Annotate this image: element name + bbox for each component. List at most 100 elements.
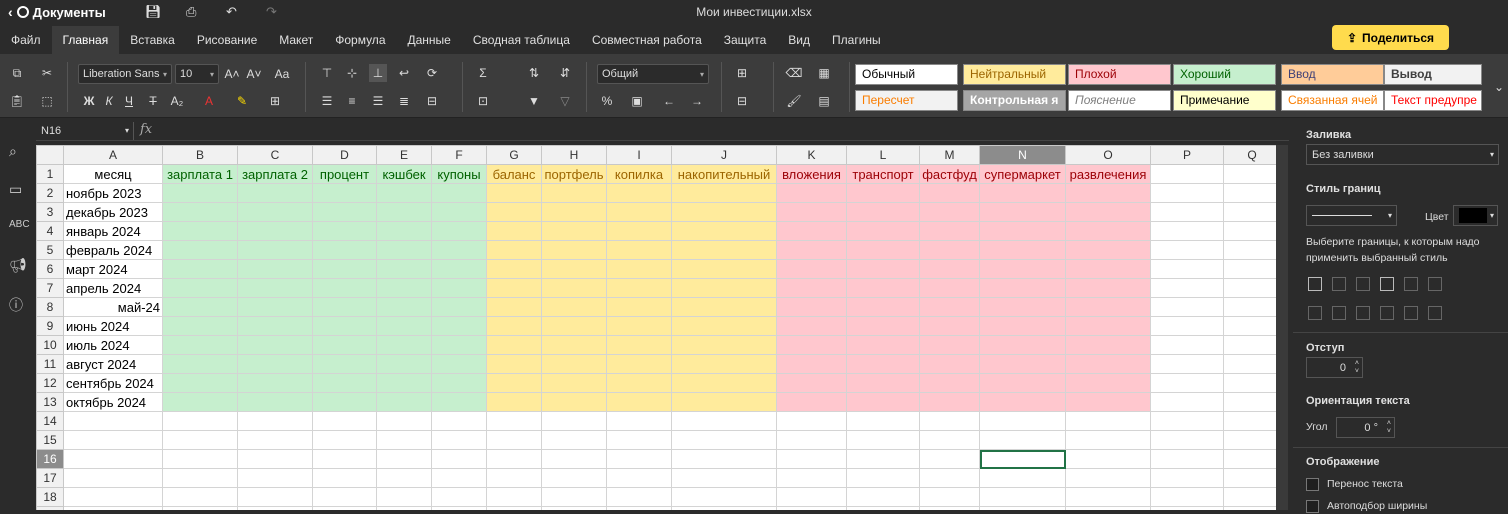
cut-icon[interactable]: ✂	[38, 64, 56, 82]
cell[interactable]	[776, 506, 847, 510]
cell[interactable]	[486, 297, 542, 317]
cell[interactable]	[312, 221, 377, 241]
cell[interactable]	[1150, 487, 1224, 507]
diagonal-down-icon[interactable]	[1428, 277, 1442, 291]
row-header[interactable]: 4	[36, 221, 64, 241]
cell[interactable]	[776, 449, 847, 469]
cell[interactable]	[1223, 240, 1276, 260]
bottom-border-icon[interactable]	[1428, 306, 1442, 320]
cell[interactable]	[63, 468, 163, 488]
cell[interactable]	[376, 221, 432, 241]
cell[interactable]	[162, 221, 238, 241]
cell[interactable]	[1065, 373, 1151, 393]
all-borders-icon[interactable]	[1308, 277, 1322, 291]
column-title-cell[interactable]: процент	[312, 164, 377, 184]
cell[interactable]	[376, 373, 432, 393]
cell[interactable]	[541, 449, 607, 469]
cell[interactable]	[312, 297, 377, 317]
cell[interactable]	[919, 373, 980, 393]
column-title-cell[interactable]: копилка	[606, 164, 672, 184]
cell[interactable]	[486, 354, 542, 374]
cell[interactable]	[1065, 335, 1151, 355]
column-header[interactable]: C	[237, 145, 313, 165]
row-header[interactable]: 11	[36, 354, 64, 374]
cell[interactable]	[846, 468, 920, 488]
cell[interactable]	[1223, 430, 1276, 450]
menu-item[interactable]: Вставка	[119, 26, 186, 54]
cell[interactable]	[919, 335, 980, 355]
row-header[interactable]: 12	[36, 373, 64, 393]
cell[interactable]	[1223, 183, 1276, 203]
cell[interactable]	[919, 411, 980, 431]
cell[interactable]	[237, 240, 313, 260]
cell[interactable]	[162, 202, 238, 222]
row-header[interactable]: 1	[36, 164, 64, 184]
month-cell[interactable]: апрель 2024	[63, 278, 163, 298]
cell[interactable]	[237, 487, 313, 507]
cell[interactable]	[162, 354, 238, 374]
cell[interactable]	[162, 392, 238, 412]
menu-item[interactable]: Сводная таблица	[462, 26, 581, 54]
month-cell[interactable]: август 2024	[63, 354, 163, 374]
clear-icon[interactable]: ⌫	[785, 64, 803, 82]
cell[interactable]	[1150, 240, 1224, 260]
cell[interactable]	[1150, 316, 1224, 336]
cell[interactable]	[979, 259, 1066, 279]
cell[interactable]	[846, 297, 920, 317]
cell[interactable]	[376, 259, 432, 279]
font-size-select[interactable]: 10 ▾	[175, 64, 219, 84]
cell[interactable]	[979, 354, 1066, 374]
cell[interactable]	[1150, 430, 1224, 450]
cell[interactable]	[671, 335, 777, 355]
cell[interactable]	[486, 202, 542, 222]
menu-item[interactable]: Файл	[0, 26, 52, 54]
cell[interactable]	[776, 202, 847, 222]
row-header[interactable]: 5	[36, 240, 64, 260]
decrease-font-icon[interactable]: A˅	[245, 65, 263, 83]
cell[interactable]	[919, 430, 980, 450]
cell[interactable]	[1150, 373, 1224, 393]
cell[interactable]	[486, 392, 542, 412]
comments-icon[interactable]: ▭	[9, 181, 22, 198]
column-header[interactable]: G	[486, 145, 542, 165]
cell[interactable]	[776, 240, 847, 260]
cell[interactable]	[162, 297, 238, 317]
cell[interactable]	[376, 449, 432, 469]
cell[interactable]	[237, 468, 313, 488]
cell[interactable]	[919, 449, 980, 469]
menu-item[interactable]: Главная	[51, 26, 120, 54]
cell[interactable]	[606, 240, 672, 260]
cell[interactable]	[1065, 259, 1151, 279]
align-bottom-icon[interactable]: ⊥	[369, 64, 387, 82]
align-top-icon[interactable]: ⊤	[318, 64, 336, 82]
cell[interactable]	[1150, 221, 1224, 241]
cell[interactable]	[776, 259, 847, 279]
cell[interactable]	[312, 411, 377, 431]
cell-style-item[interactable]: Нейтральный	[963, 64, 1066, 85]
cell[interactable]	[1150, 259, 1224, 279]
cell[interactable]	[162, 278, 238, 298]
subscript-icon[interactable]: A₂	[168, 92, 186, 110]
cell[interactable]	[237, 392, 313, 412]
italic-icon[interactable]: К	[100, 92, 118, 110]
menu-item[interactable]: Данные	[397, 26, 462, 54]
more-styles-icon[interactable]: ⌄	[1490, 78, 1508, 96]
cell[interactable]	[1150, 449, 1224, 469]
cell[interactable]	[846, 335, 920, 355]
column-title-cell[interactable]: накопительный	[671, 164, 777, 184]
info-icon[interactable]: ⓘ	[9, 295, 23, 315]
delete-cells-icon[interactable]: ⊟	[733, 92, 751, 110]
menu-item[interactable]: Плагины	[821, 26, 892, 54]
cell[interactable]	[1150, 468, 1224, 488]
column-title-cell[interactable]: купоны	[431, 164, 487, 184]
cell[interactable]	[919, 297, 980, 317]
cell[interactable]	[846, 411, 920, 431]
cell[interactable]	[606, 468, 672, 488]
month-cell[interactable]: декабрь 2023	[63, 202, 163, 222]
cell[interactable]	[671, 240, 777, 260]
cell[interactable]	[979, 202, 1066, 222]
cell[interactable]	[776, 183, 847, 203]
cell[interactable]	[431, 259, 487, 279]
cell[interactable]	[431, 468, 487, 488]
cell[interactable]	[919, 278, 980, 298]
